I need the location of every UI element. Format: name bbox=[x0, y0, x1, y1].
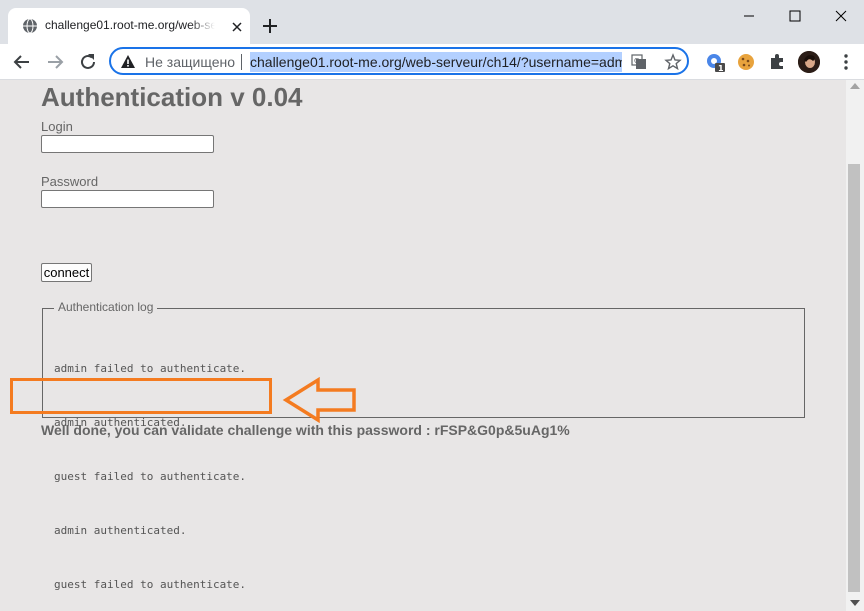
log-lines: admin failed to authenticate. admin auth… bbox=[54, 324, 246, 611]
log-line: admin authenticated. bbox=[54, 524, 187, 537]
log-line: guest failed to authenticate. bbox=[54, 578, 247, 591]
page-viewport: Authentication v 0.04 Login Password con… bbox=[0, 80, 846, 611]
kebab-menu-icon[interactable] bbox=[838, 53, 854, 71]
security-status-text[interactable]: Не защищено bbox=[145, 54, 235, 70]
profile-photo-icon bbox=[798, 51, 820, 73]
forward-arrow-icon[interactable] bbox=[44, 51, 66, 73]
login-label: Login bbox=[41, 119, 73, 134]
annotation-highlight-box bbox=[10, 378, 272, 414]
window-close-icon[interactable] bbox=[818, 0, 864, 32]
cookie-icon[interactable] bbox=[736, 52, 756, 72]
maximize-icon[interactable] bbox=[772, 0, 818, 32]
puzzle-extensions-icon[interactable] bbox=[767, 52, 787, 72]
svg-text:G: G bbox=[634, 57, 639, 65]
extension-badge-icon[interactable]: 1 bbox=[705, 52, 725, 72]
login-input[interactable] bbox=[41, 135, 214, 153]
title-bar: challenge01.root-me.org/web-serveur/ch14… bbox=[0, 0, 864, 44]
back-arrow-icon[interactable] bbox=[11, 51, 33, 73]
url-text[interactable]: challenge01.root-me.org/web-serveur/ch14… bbox=[250, 52, 622, 72]
browser-toolbar: Не защищено challenge01.root-me.org/web-… bbox=[0, 44, 864, 80]
warning-triangle-icon[interactable] bbox=[120, 54, 136, 70]
extension-badge-count: 1 bbox=[718, 64, 724, 72]
log-line: guest failed to authenticate. bbox=[54, 470, 247, 483]
tab-title: challenge01.root-me.org/web-serveur/ch14… bbox=[45, 18, 215, 32]
omnibox-divider bbox=[241, 54, 242, 70]
annotation-arrow-icon bbox=[282, 377, 356, 423]
connect-button[interactable]: connect bbox=[41, 263, 92, 282]
bookmark-star-icon[interactable] bbox=[664, 53, 682, 71]
success-message: Well done, you can validate challenge wi… bbox=[41, 422, 570, 438]
vertical-scrollbar[interactable] bbox=[846, 80, 864, 611]
address-bar[interactable]: Не защищено challenge01.root-me.org/web-… bbox=[109, 47, 689, 75]
browser-tab[interactable]: challenge01.root-me.org/web-serveur/ch14… bbox=[8, 8, 250, 44]
globe-icon bbox=[23, 18, 37, 34]
close-icon[interactable] bbox=[230, 20, 244, 34]
scroll-up-arrow-icon[interactable] bbox=[850, 83, 860, 89]
minimize-icon[interactable] bbox=[726, 0, 772, 32]
log-line: admin failed to authenticate. bbox=[54, 362, 247, 375]
plus-icon[interactable] bbox=[260, 16, 280, 36]
log-legend: Authentication log bbox=[54, 300, 158, 314]
scrollbar-thumb[interactable] bbox=[848, 164, 860, 592]
page-title: Authentication v 0.04 bbox=[41, 82, 303, 112]
password-label: Password bbox=[41, 174, 99, 189]
password-input[interactable] bbox=[41, 190, 214, 208]
profile-avatar[interactable] bbox=[798, 51, 820, 73]
scroll-down-arrow-icon[interactable] bbox=[850, 600, 860, 606]
reload-icon[interactable] bbox=[77, 51, 99, 73]
translate-icon[interactable]: G bbox=[631, 54, 647, 70]
